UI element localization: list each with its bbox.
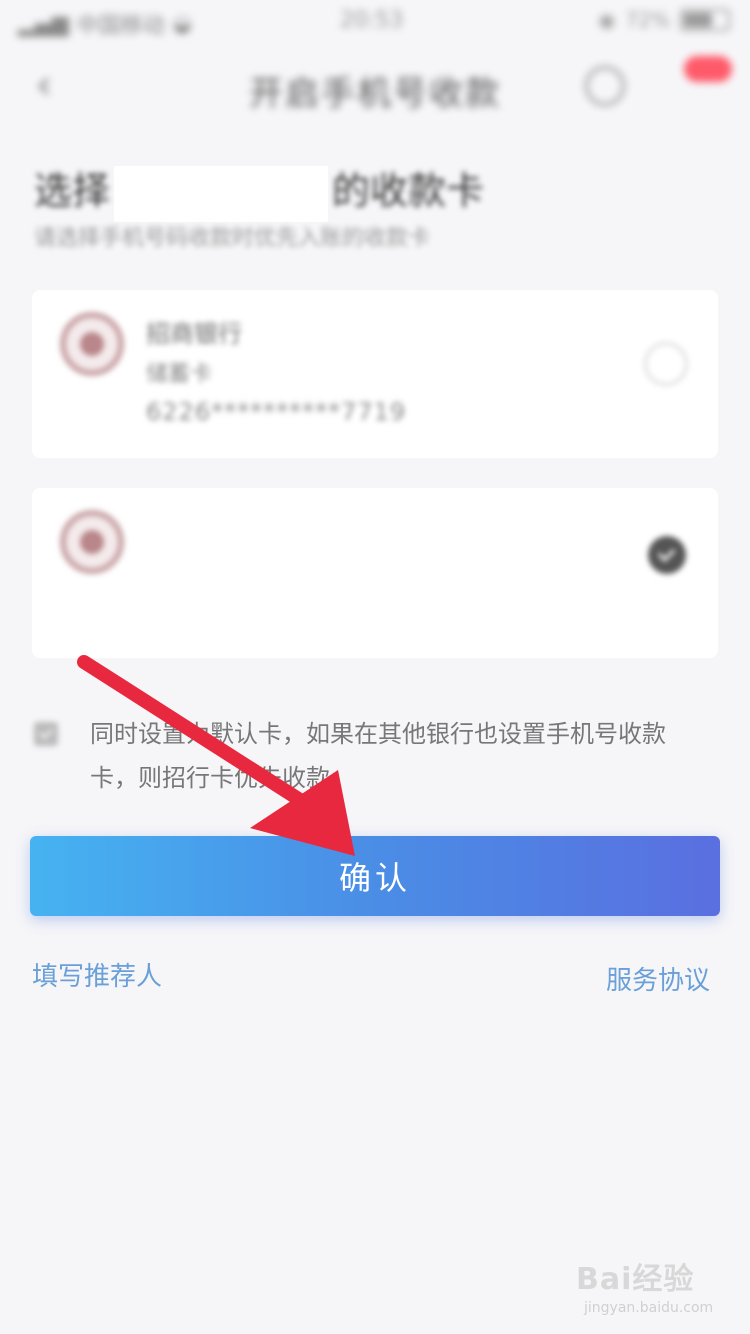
status-bar-carrier-group: ▂▄▆ 中国移动 ◒ — [18, 8, 192, 40]
bank-card-option-2[interactable] — [32, 488, 718, 658]
bank-logo-icon — [60, 510, 124, 574]
default-card-agreement-text: 同时设置为默认卡，如果在其他银行也设置手机号收款卡，则招行卡优先收款 — [90, 720, 666, 792]
carrier-label: 中国移动 — [76, 14, 165, 39]
fill-referrer-link[interactable]: 填写推荐人 — [32, 956, 162, 993]
status-bar: ▂▄▆ 中国移动 ◒ 20:53 ◉ 72% — [0, 0, 750, 40]
wifi-icon: ◒ — [172, 11, 192, 37]
watermark-url: jingyan.baidu.com — [584, 1300, 714, 1316]
bank-logo-icon — [60, 312, 124, 376]
page-title: 开启手机号收款 — [249, 74, 501, 114]
watermark-logo: Bai经验 — [576, 1262, 695, 1297]
alarm-icon: ◉ — [598, 8, 616, 32]
radio-unchecked-icon[interactable] — [644, 342, 688, 386]
signal-icon: ▂▄▆ — [18, 11, 69, 37]
default-card-checkbox[interactable] — [34, 722, 58, 746]
redacted-name — [114, 165, 329, 222]
battery-percent: 72% — [625, 8, 670, 32]
status-bar-right: ◉ 72% — [598, 8, 730, 32]
card-type: 储蓄卡 — [146, 362, 213, 387]
bank-card-option-1[interactable]: 招商银行 储蓄卡 6226**********7719 — [32, 290, 718, 458]
title-prefix: 选择 — [34, 169, 111, 213]
confirm-button-label: 确认 — [338, 859, 411, 897]
help-icon[interactable] — [585, 66, 625, 106]
battery-icon — [680, 9, 730, 31]
watermark: Bai经验 jingyan.baidu.com — [576, 1254, 726, 1318]
radio-checked-icon[interactable] — [648, 536, 686, 574]
confirm-button[interactable]: 确认 — [30, 836, 720, 916]
nav-bar: ‹ 开启手机号收款 — [0, 50, 750, 120]
bank-name: 招商银行 — [146, 320, 242, 348]
redacted-card-info — [138, 508, 268, 638]
select-card-title: 选择 的收款卡 — [34, 160, 484, 222]
title-suffix: 的收款卡 — [332, 169, 485, 213]
service-agreement-link[interactable]: 服务协议 — [606, 960, 710, 997]
notification-badge[interactable] — [684, 56, 732, 82]
status-bar-time: 20:53 — [340, 8, 404, 33]
select-card-subtitle: 请选择手机号码收款时优先入账的收款卡 — [34, 226, 431, 251]
card-number: 6226**********7719 — [146, 398, 407, 426]
